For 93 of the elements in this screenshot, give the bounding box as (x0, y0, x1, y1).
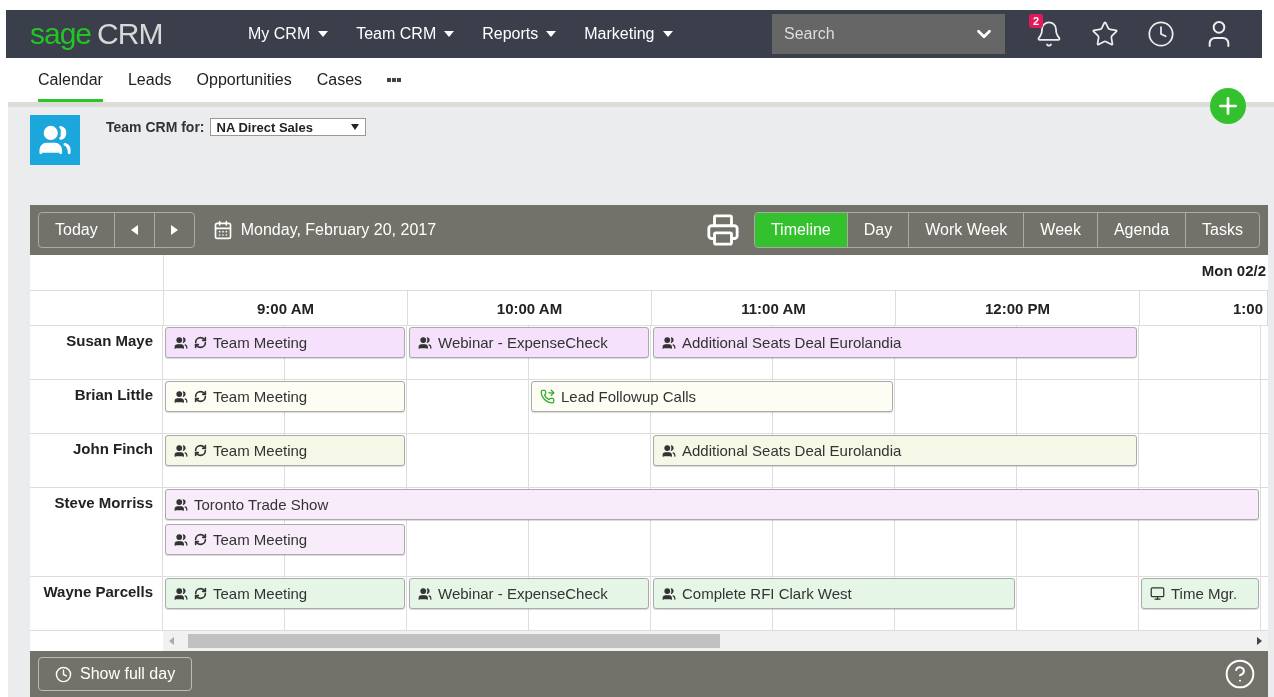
hour-header: 10:00 AM (408, 291, 652, 325)
event-title: Lead Followup Calls (561, 388, 697, 405)
tab[interactable]: Leads (127, 58, 172, 102)
resource-name: Susan Maye (30, 326, 163, 379)
caret-icon[interactable] (662, 31, 673, 37)
calendar-event[interactable]: Team Meeting (165, 524, 405, 555)
hour-header: 12:00 PM (896, 291, 1140, 325)
event-title: Team Meeting (213, 585, 308, 602)
menu-item[interactable]: Team CRM (356, 25, 455, 43)
people-icon (174, 586, 188, 601)
event-title: Complete RFI Clark West (682, 585, 852, 602)
tab[interactable]: Opportunities (196, 58, 292, 102)
horizontal-scrollbar[interactable] (163, 631, 1268, 651)
logo[interactable]: sage CRM (30, 17, 248, 51)
tab[interactable]: Cases (316, 58, 363, 102)
view-tab[interactable]: Week (1023, 213, 1097, 247)
view-tab[interactable]: Work Week (908, 213, 1024, 247)
view-tab[interactable]: Agenda (1096, 213, 1186, 247)
event-title: Webinar - ExpenseCheck (438, 334, 608, 351)
resource-name: Steve Morriss (30, 488, 163, 576)
phone-icon (540, 389, 555, 404)
show-full-day-button[interactable]: Show full day (38, 657, 193, 691)
notification-badge: 2 (1029, 14, 1044, 28)
clock-icon (55, 665, 72, 683)
search-input[interactable]: Search (782, 24, 956, 44)
event-title: Team Meeting (213, 442, 308, 459)
calendar-icon (212, 220, 233, 240)
menu-item[interactable]: Marketing (584, 25, 673, 43)
event-title: Time Mgr. (1171, 585, 1238, 602)
people-icon (418, 586, 432, 601)
caret-icon[interactable] (546, 31, 557, 37)
event-title: Additional Seats Deal Eurolandia (682, 334, 902, 351)
calendar-event[interactable]: Team Meeting (165, 435, 405, 466)
menu-item[interactable]: My CRM (248, 25, 329, 43)
calendar-event[interactable]: Toronto Trade Show (165, 489, 1259, 520)
current-date: Monday, February 20, 2017 (240, 221, 437, 239)
people-icon (174, 532, 188, 547)
help-icon[interactable] (1224, 658, 1256, 690)
recurring-icon (194, 533, 207, 546)
resource-name: John Finch (30, 434, 163, 487)
calendar-event[interactable]: Team Meeting (165, 381, 405, 412)
recurring-icon (194, 390, 207, 403)
date-header: Mon 02/2 (1200, 261, 1267, 281)
tab[interactable]: Calendar (38, 58, 103, 102)
people-icon (662, 586, 676, 601)
calendar-event[interactable]: Webinar - ExpenseCheck (409, 578, 649, 609)
event-title: Webinar - ExpenseCheck (438, 585, 608, 602)
resource-name: Brian Little (30, 380, 163, 433)
right-triangle-icon[interactable] (170, 225, 178, 235)
clock-icon[interactable] (1147, 20, 1175, 48)
calendar-event[interactable]: Webinar - ExpenseCheck (409, 327, 649, 358)
calendar-event[interactable]: Complete RFI Clark West (653, 578, 1015, 609)
recurring-icon (194, 444, 207, 457)
left-triangle-icon[interactable] (130, 225, 138, 235)
team-icon (30, 115, 80, 165)
calendar-event[interactable]: Team Meeting (165, 327, 405, 358)
event-title: Team Meeting (213, 531, 308, 548)
hour-header: 1:00 (1140, 291, 1268, 325)
calendar-event[interactable]: Additional Seats Deal Eurolandia (653, 327, 1137, 358)
recurring-icon (194, 336, 207, 349)
event-title: Team Meeting (213, 388, 308, 405)
hour-header: 11:00 AM (652, 291, 896, 325)
calendar-event[interactable]: Team Meeting (165, 578, 405, 609)
team-label: Team CRM for: (106, 119, 205, 135)
people-icon (418, 335, 432, 350)
view-tab[interactable]: Day (846, 213, 909, 247)
calendar-event[interactable]: Time Mgr. (1141, 578, 1259, 609)
people-icon (662, 443, 676, 458)
more-icon[interactable] (387, 78, 402, 82)
people-icon (174, 335, 188, 350)
menu-item[interactable]: Reports (482, 25, 557, 43)
event-title: Team Meeting (213, 334, 308, 351)
caret-icon[interactable] (318, 31, 329, 37)
calendar-event[interactable]: Additional Seats Deal Eurolandia (653, 435, 1137, 466)
printer-icon[interactable] (705, 213, 740, 247)
event-title: Additional Seats Deal Eurolandia (682, 442, 902, 459)
team-select[interactable]: NA Direct Sales (209, 118, 366, 136)
calendar-event[interactable]: Lead Followup Calls (531, 381, 893, 412)
people-icon (174, 443, 188, 458)
view-tab[interactable]: Tasks (1185, 213, 1259, 247)
caret-icon[interactable] (444, 31, 455, 37)
recurring-icon (194, 587, 207, 600)
resource-name: Wayne Parcells (30, 577, 163, 630)
caret-icon[interactable] (350, 124, 359, 130)
event-title: Toronto Trade Show (194, 496, 329, 513)
hour-header: 9:00 AM (164, 291, 408, 325)
people-icon (662, 335, 676, 350)
people-icon (174, 497, 188, 512)
people-icon (174, 389, 188, 404)
monitor-icon (1150, 586, 1165, 601)
right-triangle-icon[interactable] (1257, 637, 1262, 645)
star-icon[interactable] (1091, 20, 1119, 48)
search-field[interactable]: Search (772, 14, 1005, 54)
